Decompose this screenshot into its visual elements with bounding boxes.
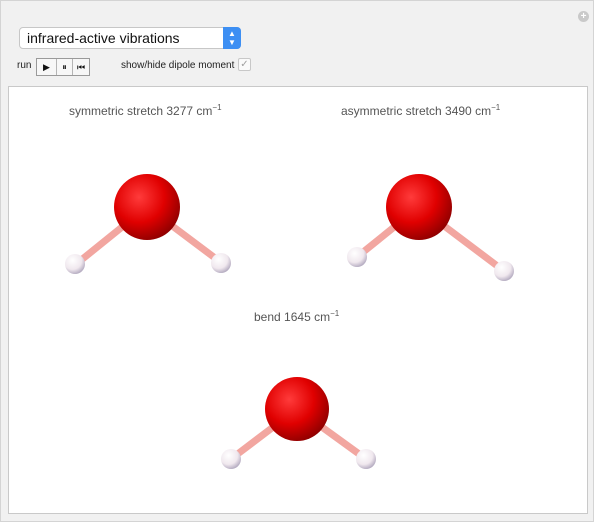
mode-title-symmetric: symmetric stretch 3277 cm−1 — [69, 103, 222, 118]
reset-icon: ⏮ — [76, 61, 86, 72]
mode-wavenumber: 3277 — [166, 104, 194, 118]
mode-wavenumber: 3490 — [445, 104, 472, 118]
animation-controls: ▶ ⏸ ⏮ — [36, 58, 90, 76]
play-button[interactable]: ▶ — [37, 59, 57, 75]
visualization-panel: symmetric stretch 3277 cm−1 asymmetric s… — [8, 86, 588, 514]
check-icon: ✓ — [240, 59, 249, 70]
mode-title-bend: bend 1645 cm−1 — [254, 309, 339, 324]
water-molecule-asymmetric — [347, 174, 514, 281]
pause-button[interactable]: ⏸ — [57, 59, 73, 75]
water-molecule-symmetric — [65, 174, 231, 274]
mode-title-asymmetric: asymmetric stretch 3490 cm−1 — [341, 103, 500, 118]
dipole-checkbox[interactable]: ✓ — [238, 58, 251, 71]
run-label: run — [17, 60, 32, 71]
dipole-toggle-label: show/hide dipole moment — [121, 60, 235, 71]
mode-name: asymmetric stretch — [341, 104, 442, 118]
mode-wavenumber: 1645 — [284, 310, 311, 324]
mode-unit: cm — [314, 310, 331, 324]
mode-name: symmetric stretch — [69, 104, 164, 118]
mode-select[interactable]: infrared-active vibrations ▲ ▼ — [19, 27, 241, 49]
mode-select-value: infrared-active vibrations — [27, 30, 180, 46]
mode-unit-exponent: −1 — [212, 103, 222, 112]
mode-unit: cm — [196, 104, 213, 118]
chevron-updown-icon[interactable]: ▲ ▼ — [223, 27, 241, 49]
mode-unit-exponent: −1 — [330, 309, 340, 318]
reset-button[interactable]: ⏮ — [73, 59, 89, 75]
mode-unit: cm — [475, 104, 492, 118]
mode-unit-exponent: −1 — [491, 103, 501, 112]
plus-icon[interactable]: + — [578, 11, 589, 22]
water-molecule-bend — [221, 377, 376, 469]
mode-name: bend — [254, 310, 281, 324]
pause-icon: ⏸ — [62, 61, 67, 72]
play-icon: ▶ — [43, 61, 50, 72]
